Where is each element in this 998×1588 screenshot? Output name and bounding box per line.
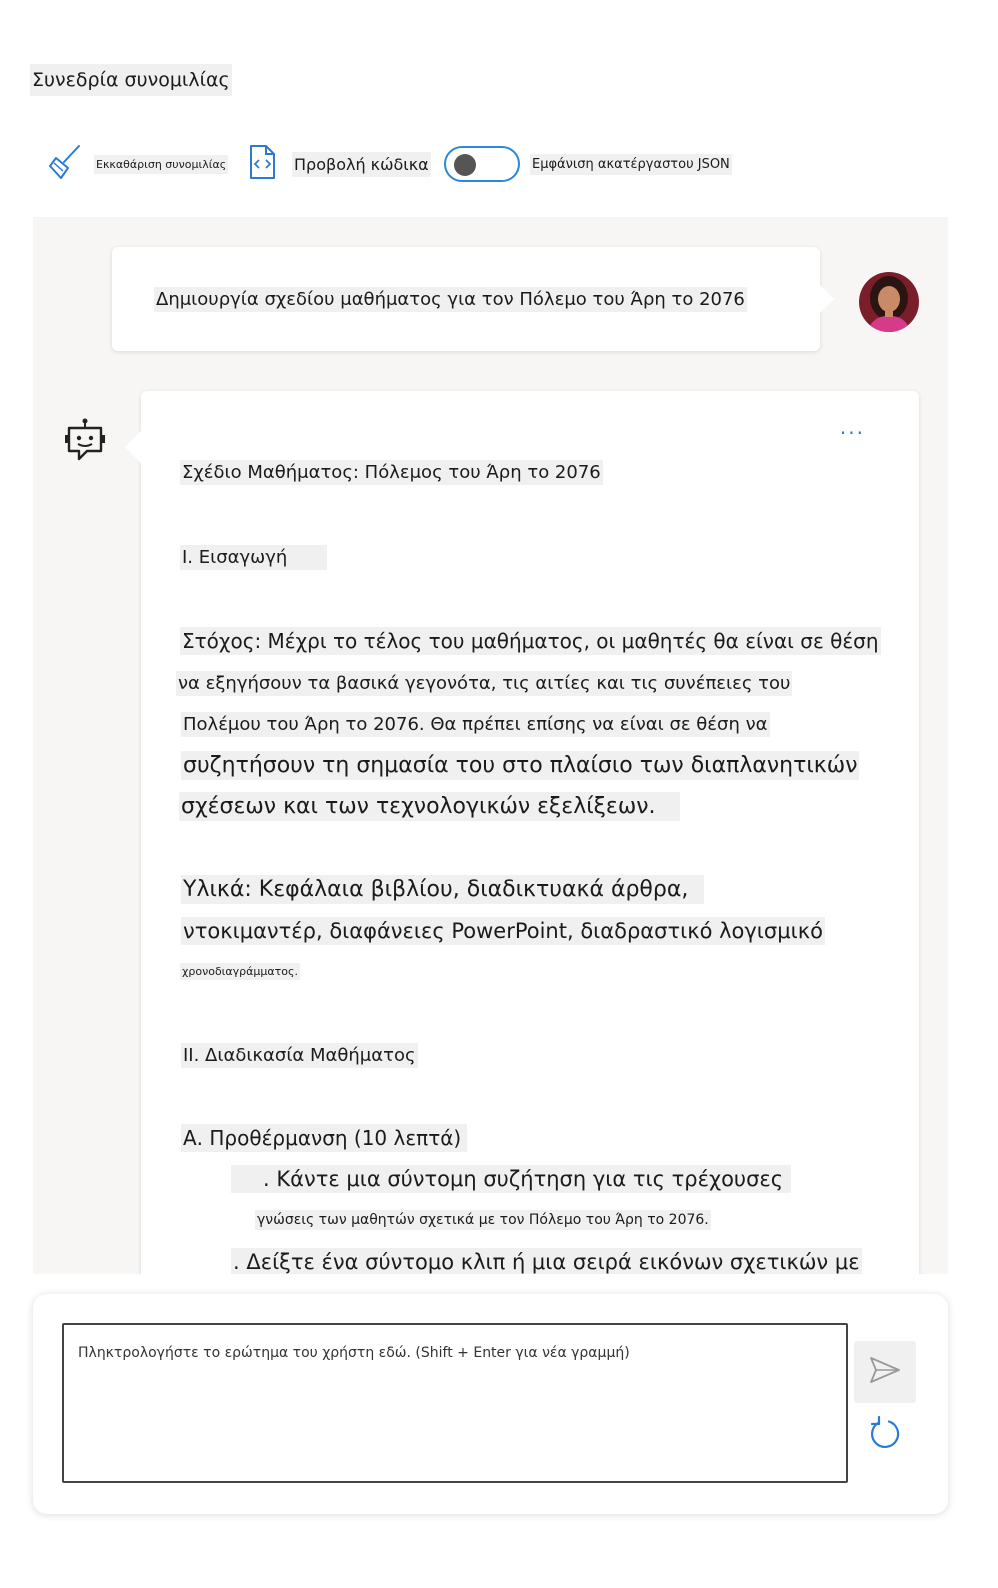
- assistant-line: ντοκιμαντέρ, διαφάνειες PowerPoint, διαδ…: [181, 917, 825, 945]
- broom-icon: [44, 142, 84, 186]
- assistant-line: . Δείξτε ένα σύντομο κλιπ ή μια σειρά ει…: [231, 1248, 862, 1274]
- ellipsis-icon[interactable]: ···: [840, 421, 865, 445]
- clear-chat-label: Εκκαθάριση συνομιλίας: [94, 154, 229, 174]
- assistant-line: I. Εισαγωγή: [180, 545, 328, 570]
- clear-chat-button[interactable]: Εκκαθάριση συνομιλίας: [44, 142, 229, 186]
- chat-history[interactable]: Δημιουργία σχεδίου μαθήματος για τον Πόλ…: [33, 217, 948, 1274]
- assistant-line: γνώσεις των μαθητών σχετικά με τον Πόλεμ…: [255, 1210, 711, 1230]
- assistant-message-bubble: ··· Σχέδιο Μαθήματος: Πόλεμος του Άρη το…: [125, 391, 919, 1274]
- assistant-line: Υλικά: Κεφάλαια βιβλίου, διαδικτυακά άρθ…: [181, 875, 705, 904]
- assistant-line: να εξηγήσουν τα βασικά γεγονότα, τις αιτ…: [176, 671, 793, 696]
- send-icon: [869, 1355, 901, 1389]
- view-code-button[interactable]: Προβολή κώδικα: [246, 144, 431, 184]
- view-code-label: Προβολή κώδικα: [292, 151, 431, 177]
- refresh-icon: [867, 1415, 903, 1456]
- assistant-line: Πολέμου του Άρη το 2076. Θα πρέπει επίση…: [181, 712, 770, 737]
- raw-json-toggle-group: Εμφάνιση ακατέργαστου JSON: [444, 144, 732, 184]
- user-query-input[interactable]: [62, 1323, 848, 1483]
- assistant-line: χρονοδιαγράμματος.: [180, 963, 300, 980]
- raw-json-toggle[interactable]: [444, 146, 520, 182]
- assistant-line: σχέσεων και των τεχνολογικών εξελίξεων.: [179, 792, 680, 821]
- page-title: Συνεδρία συνομιλίας: [30, 64, 232, 96]
- reset-button[interactable]: [865, 1415, 905, 1456]
- assistant-line: II. Διαδικασία Μαθήματος: [181, 1043, 418, 1068]
- code-file-icon: [246, 142, 278, 186]
- assistant-line: . Κάντε μια σύντομη συζήτηση για τις τρέ…: [231, 1165, 792, 1193]
- bot-icon: [63, 417, 107, 467]
- user-avatar: [859, 272, 919, 332]
- assistant-line: Στόχος: Μέχρι το τέλος του μαθήματος, οι…: [180, 627, 881, 655]
- assistant-line: συζητήσουν τη σημασία του στο πλαίσιο τω…: [181, 751, 860, 780]
- send-button[interactable]: [854, 1341, 916, 1403]
- input-panel: [33, 1294, 948, 1514]
- user-message-bubble: Δημιουργία σχεδίου μαθήματος για τον Πόλ…: [112, 247, 834, 351]
- raw-json-label: Εμφάνιση ακατέργαστου JSON: [530, 153, 732, 175]
- assistant-line: Σχέδιο Μαθήματος: Πόλεμος του Άρη το 207…: [180, 460, 603, 485]
- user-message-text: Δημιουργία σχεδίου μαθήματος για τον Πόλ…: [154, 287, 747, 312]
- toggle-knob: [454, 154, 476, 176]
- assistant-line: Α. Προθέρμανση (10 λεπτά): [181, 1124, 468, 1152]
